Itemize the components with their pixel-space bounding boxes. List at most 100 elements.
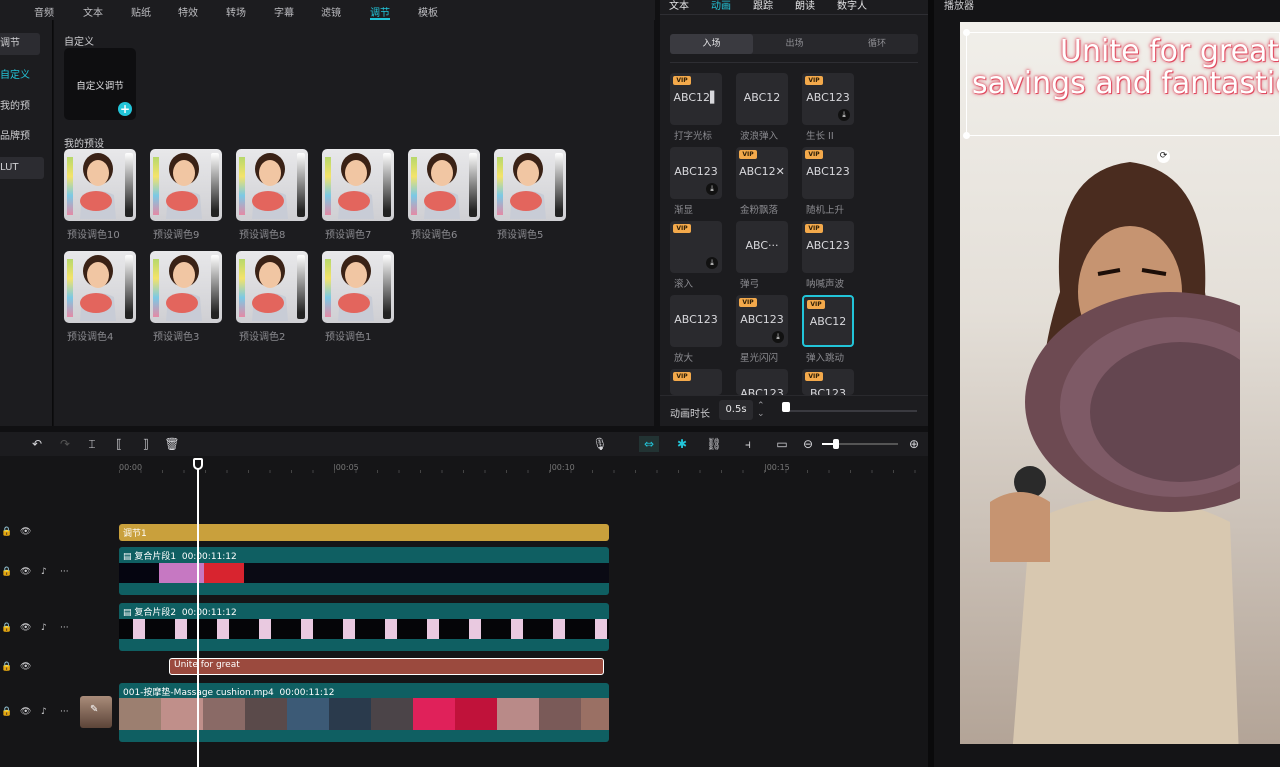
trim-left-icon[interactable]: ⟦: [111, 436, 127, 452]
playhead-handle[interactable]: [193, 458, 203, 470]
text-clip[interactable]: Unite for great: [169, 658, 604, 675]
tab-transition[interactable]: 转场: [226, 4, 246, 19]
more-icon[interactable]: ···: [60, 623, 69, 633]
delete-icon[interactable]: 🗑: [164, 436, 180, 452]
zoom-in-icon[interactable]: ⊕: [906, 436, 922, 452]
preview-axis-icon[interactable]: ⫞: [740, 436, 756, 452]
sidebar-item-my-presets[interactable]: 我的预设: [0, 96, 30, 118]
lock-icon[interactable]: 🔒: [1, 527, 12, 537]
link-icon[interactable]: ⛓: [706, 436, 722, 452]
download-icon[interactable]: ⤓: [706, 183, 718, 195]
lock-icon[interactable]: 🔒: [1, 623, 12, 633]
preset-thumbnail[interactable]: [322, 251, 394, 323]
trim-right-icon[interactable]: ⟧: [138, 436, 154, 452]
edit-cover-icon[interactable]: ✎: [90, 704, 98, 715]
anim-tab-read-aloud[interactable]: 朗读: [795, 0, 815, 12]
microphone-icon[interactable]: 🎙: [592, 436, 608, 452]
playhead[interactable]: [197, 458, 199, 767]
duration-input[interactable]: 0.5s: [719, 400, 753, 420]
animation-tile[interactable]: ABC123: [736, 369, 788, 395]
animation-tile[interactable]: ABC123: [670, 295, 722, 347]
main-track-magnet-icon[interactable]: ⇔: [639, 436, 659, 452]
preset-thumbnail[interactable]: [408, 149, 480, 221]
animation-tile[interactable]: ABC123 VIP: [802, 147, 854, 199]
preset-thumbnail[interactable]: [150, 149, 222, 221]
zoom-out-icon[interactable]: ⊖: [800, 436, 816, 452]
animation-tile[interactable]: ABC12 VIP: [802, 295, 854, 347]
main-video-clip[interactable]: 001-按摩垫-Massage cushion.mp4 00:00:11:12: [119, 683, 609, 742]
visibility-icon[interactable]: 👁: [20, 527, 31, 537]
preset-thumbnail[interactable]: [236, 251, 308, 323]
download-icon[interactable]: ⤓: [772, 331, 784, 343]
redo-icon[interactable]: ↷: [57, 436, 73, 452]
audio-icon[interactable]: ♪: [41, 707, 47, 717]
lock-icon[interactable]: 🔒: [1, 567, 12, 577]
tab-text[interactable]: 文本: [83, 4, 103, 19]
visibility-icon[interactable]: 👁: [20, 707, 31, 717]
lock-icon[interactable]: 🔒: [1, 707, 12, 717]
compound-clip-1[interactable]: ▤ 复合片段1 00:00:11:12: [119, 547, 609, 595]
adjust-clip[interactable]: 调节1: [119, 524, 609, 541]
sidebar-item-adjust[interactable]: 调节: [0, 33, 40, 55]
sidebar-item-brand-presets[interactable]: 品牌预设: [0, 126, 30, 148]
segment-out[interactable]: 出场: [753, 34, 836, 54]
more-icon[interactable]: ···: [60, 567, 69, 577]
undo-icon[interactable]: ↶: [29, 436, 45, 452]
animation-tile[interactable]: ABC123 ⤓: [670, 147, 722, 199]
tab-adjust[interactable]: 调节: [370, 4, 390, 20]
tab-captions[interactable]: 字幕: [274, 4, 294, 19]
duration-stepper-icon[interactable]: ⌃ ⌄: [757, 402, 765, 419]
more-icon[interactable]: ···: [60, 707, 69, 717]
audio-icon[interactable]: ♪: [41, 623, 47, 633]
animation-tile[interactable]: ABC123 VIP ⤓: [802, 73, 854, 125]
tab-filters[interactable]: 滤镜: [321, 4, 341, 19]
sidebar-item-lut[interactable]: LUT: [0, 157, 44, 179]
animation-tile[interactable]: ABC12✕ VIP: [736, 147, 788, 199]
visibility-icon[interactable]: 👁: [20, 567, 31, 577]
segment-loop[interactable]: 循环: [836, 34, 918, 54]
preset-thumbnail[interactable]: [64, 251, 136, 323]
anim-tab-animation[interactable]: 动画: [711, 0, 731, 12]
tab-sticker[interactable]: 贴纸: [131, 4, 151, 19]
preset-thumbnail[interactable]: [150, 251, 222, 323]
zoom-slider-knob[interactable]: [833, 439, 839, 449]
anim-tab-text[interactable]: 文本: [669, 0, 689, 12]
visibility-icon[interactable]: 👁: [20, 662, 31, 672]
duration-slider-knob[interactable]: [782, 402, 790, 412]
tab-effects[interactable]: 特效: [178, 4, 198, 19]
tab-templates[interactable]: 模板: [418, 4, 438, 19]
animation-tile[interactable]: VIP: [670, 369, 722, 395]
animation-tile[interactable]: VIP ⤓: [670, 221, 722, 273]
segment-in[interactable]: 入场: [670, 34, 753, 54]
animation-tile[interactable]: ABC···: [736, 221, 788, 273]
animation-tile[interactable]: BC123 VIP: [802, 369, 854, 395]
lock-icon[interactable]: 🔒: [1, 662, 12, 672]
anim-tab-tracking[interactable]: 跟踪: [753, 0, 773, 12]
rotate-icon[interactable]: ⟳: [1157, 150, 1170, 163]
anim-tab-digital-human[interactable]: 数字人: [837, 0, 867, 12]
preset-thumbnail[interactable]: [494, 149, 566, 221]
preset-thumbnail[interactable]: [322, 149, 394, 221]
animation-tile[interactable]: ABC12▌ VIP: [670, 73, 722, 125]
duration-slider[interactable]: [783, 410, 917, 412]
add-icon[interactable]: +: [118, 102, 132, 116]
animation-tile[interactable]: ABC123 VIP: [802, 221, 854, 273]
fit-icon[interactable]: ▭: [774, 436, 790, 452]
animation-tile[interactable]: ABC12: [736, 73, 788, 125]
sidebar-item-custom[interactable]: 自定义: [0, 65, 40, 87]
split-icon[interactable]: ⌶: [84, 436, 100, 452]
resize-handle-bottom-left[interactable]: [963, 132, 970, 139]
visibility-icon[interactable]: 👁: [20, 623, 31, 633]
download-icon[interactable]: ⤓: [706, 257, 718, 269]
custom-adjust-card[interactable]: 自定义调节 +: [64, 48, 136, 120]
auto-snap-icon[interactable]: ✱: [673, 436, 691, 452]
animation-tile[interactable]: ABC123 VIP ⤓: [736, 295, 788, 347]
preset-thumbnail[interactable]: [64, 149, 136, 221]
preset-thumbnail[interactable]: [236, 149, 308, 221]
tab-audio[interactable]: 音频: [34, 4, 54, 19]
resize-handle-top-left[interactable]: [963, 29, 970, 36]
audio-icon[interactable]: ♪: [41, 567, 47, 577]
text-selection-box[interactable]: [963, 29, 1280, 139]
download-icon[interactable]: ⤓: [838, 109, 850, 121]
compound-clip-2[interactable]: ▤ 复合片段2 00:00:11:12: [119, 603, 609, 651]
